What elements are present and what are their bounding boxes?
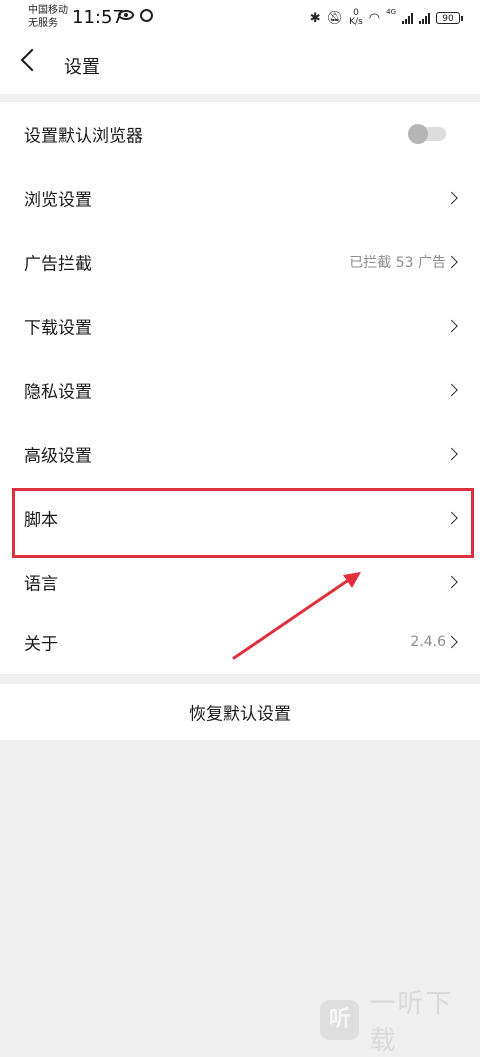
watermark-logo: 听 xyxy=(320,1000,360,1040)
network-speed-unit: K/s xyxy=(349,17,363,27)
settings-item-browsing[interactable]: 浏览设置 xyxy=(0,166,480,230)
settings-item-label: 下载设置 xyxy=(24,318,92,339)
carrier-info: 中国移动 无服务 xyxy=(28,4,68,30)
status-time: 11:57 xyxy=(72,7,124,28)
chevron-right-icon xyxy=(445,511,458,525)
settings-item-language[interactable]: 语言 xyxy=(0,550,480,614)
network-speed: 0 K/s xyxy=(349,9,363,27)
chevron-right-icon xyxy=(445,575,458,589)
chevron-right-icon xyxy=(445,447,458,461)
settings-item-download[interactable]: 下载设置 xyxy=(0,294,480,358)
bluetooth-icon: ✱ xyxy=(309,10,321,26)
settings-item-label: 高级设置 xyxy=(24,446,92,467)
eye-comfort-icon xyxy=(118,10,134,20)
settings-item-label: 设置默认浏览器 xyxy=(24,126,143,147)
chevron-right-icon xyxy=(445,383,458,397)
signal-icon xyxy=(402,12,413,24)
wifi-icon: ◠ xyxy=(368,10,381,26)
chevron-right-icon xyxy=(445,255,458,269)
chevron-right-icon xyxy=(445,191,458,205)
battery-icon: 90 xyxy=(436,12,463,24)
app-version: 2.4.6 xyxy=(410,634,446,650)
status-bar: 中国移动 无服务 11:57 ✱ 🔕︎ 0 K/s ◠ 4G 90 xyxy=(0,0,480,36)
alarm-icon xyxy=(140,9,153,22)
settings-item-advanced[interactable]: 高级设置 xyxy=(0,422,480,486)
settings-item-label: 脚本 xyxy=(24,510,58,531)
signal-no-service-icon xyxy=(419,12,430,24)
restore-defaults-button[interactable]: 恢复默认设置 xyxy=(0,684,480,740)
page-title: 设置 xyxy=(64,57,100,78)
settings-item-label: 语言 xyxy=(24,574,58,595)
watermark-text: 一听下载 xyxy=(369,989,454,1056)
settings-item-label: 隐私设置 xyxy=(24,382,92,403)
settings-item-privacy[interactable]: 隐私设置 xyxy=(0,358,480,422)
chevron-right-icon xyxy=(445,635,458,649)
settings-item-label: 关于 xyxy=(24,634,58,655)
settings-item-about[interactable]: 关于 2.4.6 xyxy=(0,610,480,674)
mute-icon: 🔕︎ xyxy=(326,10,344,26)
settings-item-label: 广告拦截 xyxy=(24,254,92,275)
settings-item-label: 浏览设置 xyxy=(24,190,92,211)
watermark: 听 一听下载 xyxy=(320,989,480,1056)
restore-defaults-label: 恢复默认设置 xyxy=(189,704,291,725)
carrier-status: 无服务 xyxy=(28,18,58,29)
status-indicators: ✱ 🔕︎ 0 K/s ◠ 4G 90 xyxy=(309,8,463,28)
settings-item-script[interactable]: 脚本 xyxy=(0,486,480,550)
ad-block-count: 已拦截 53 广告 xyxy=(349,255,446,271)
toggle-knob xyxy=(408,124,428,144)
battery-level: 90 xyxy=(442,14,454,24)
settings-list: 设置默认浏览器 浏览设置 广告拦截 已拦截 53 广告 下载设置 隐私设置 高级… xyxy=(0,102,480,674)
default-browser-toggle[interactable] xyxy=(408,124,446,144)
settings-item-default-browser[interactable]: 设置默认浏览器 xyxy=(0,102,480,166)
carrier-name: 中国移动 xyxy=(28,5,68,16)
chevron-right-icon xyxy=(445,319,458,333)
settings-item-ad-block[interactable]: 广告拦截 已拦截 53 广告 xyxy=(0,230,480,294)
network-type: 4G xyxy=(386,8,396,16)
